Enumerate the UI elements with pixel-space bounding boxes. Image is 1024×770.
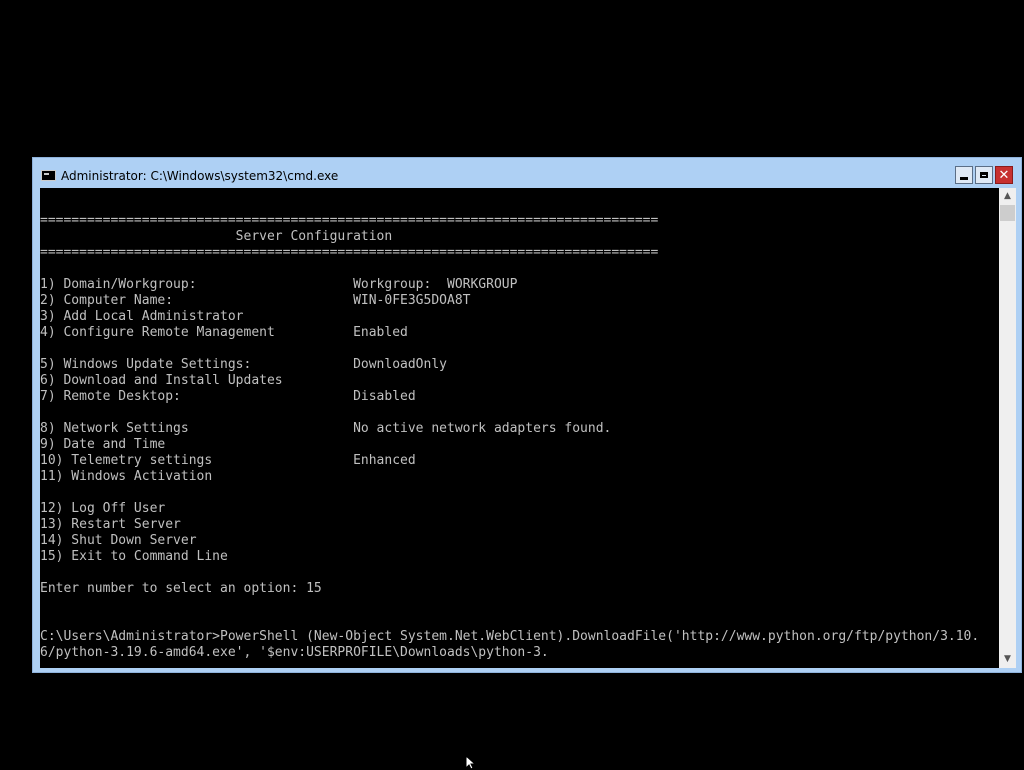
window-title: Administrator: C:\Windows\system32\cmd.e… [61,169,339,183]
console-line: 13) Restart Server [40,517,181,532]
console-line: C:\Users\Administrator>PowerShell (New-O… [40,629,980,644]
maximize-icon [980,172,988,178]
scroll-thumb[interactable] [1000,205,1015,221]
title-bar[interactable]: Administrator: C:\Windows\system32\cmd.e… [33,158,1021,188]
vertical-scrollbar[interactable]: ▲ ▼ [999,188,1016,668]
cmd-icon [41,170,56,181]
console-line: 10) Telemetry settings Enhanced [40,453,416,468]
console-line: 3) Add Local Administrator [40,309,244,324]
console-line: 14) Shut Down Server [40,533,197,548]
close-button[interactable]: ✕ [995,166,1013,184]
scroll-down-icon[interactable]: ▼ [999,651,1016,668]
close-icon: ✕ [998,167,1010,183]
minimize-button[interactable] [955,166,973,184]
maximize-button[interactable] [975,166,993,184]
console-line: 2) Computer Name: WIN-0FE3G5DOA8T [40,293,471,308]
console-line: 6) Download and Install Updates [40,373,283,388]
console-line: 7) Remote Desktop: Disabled [40,389,416,404]
console-line: 12) Log Off User [40,501,166,516]
console-line: 1) Domain/Workgroup: Workgroup: WORKGROU… [40,277,518,292]
console-text: ========================================… [40,197,979,661]
console-line: 11) Windows Activation [40,469,213,484]
cmd-window[interactable]: Administrator: C:\Windows\system32\cmd.e… [32,157,1022,673]
console-line: 9) Date and Time [40,437,166,452]
minimize-icon [960,176,968,180]
console-line: ========================================… [40,213,659,228]
console-line: Enter number to select an option: 15 [40,581,322,596]
console-line: 4) Configure Remote Management Enabled [40,325,408,340]
console-line: ========================================… [40,245,659,260]
console-line: 8) Network Settings No active network ad… [40,421,612,436]
scroll-up-icon[interactable]: ▲ [999,188,1016,205]
console-line: 15) Exit to Command Line [40,549,228,564]
console-line: 6/python-3.19.6-amd64.exe', '$env:USERPR… [40,645,549,660]
console-output[interactable]: ========================================… [40,188,999,668]
console-line: 5) Windows Update Settings: DownloadOnly [40,357,447,372]
console-line: Server Configuration [40,229,393,244]
